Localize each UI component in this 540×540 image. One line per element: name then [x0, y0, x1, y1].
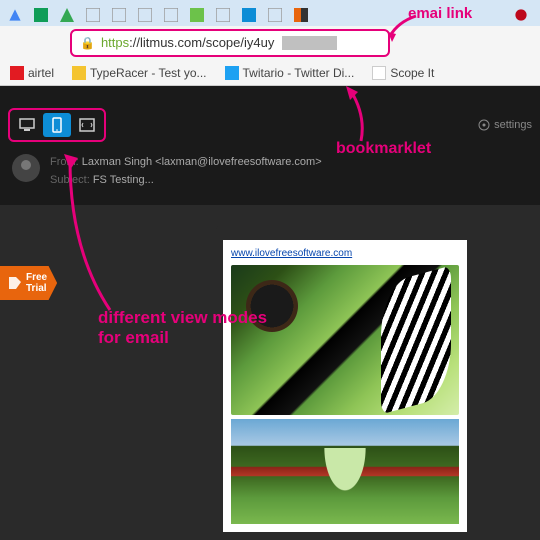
bookmark-twitario[interactable]: Twitario - Twitter Di... — [225, 66, 355, 80]
url-box[interactable]: 🔒 https://litmus.com/scope/iy4uy — [70, 29, 390, 57]
view-mode-group — [8, 108, 106, 142]
preview-link[interactable]: www.ilovefreesoftware.com — [231, 248, 459, 259]
tab[interactable] — [108, 4, 130, 26]
tab[interactable] — [238, 4, 260, 26]
tab[interactable] — [212, 4, 234, 26]
email-image-2 — [231, 419, 459, 524]
tab[interactable] — [4, 4, 26, 26]
bookmarks-bar: airtel TypeRacer - Test yo... Twitario -… — [0, 60, 540, 86]
tab[interactable] — [264, 4, 286, 26]
avatar — [12, 154, 40, 182]
mobile-preview-frame: www.ilovefreesoftware.com — [215, 222, 475, 540]
app-toolbar: settings — [0, 104, 540, 146]
tab[interactable] — [30, 4, 52, 26]
arrow-to-viewmodes — [60, 150, 130, 320]
mobile-view-button[interactable] — [43, 113, 71, 137]
bookmark-airtel[interactable]: airtel — [10, 66, 54, 80]
bookmark-scopeit[interactable]: Scope It — [372, 66, 434, 80]
url-redacted — [282, 36, 337, 50]
arrow-to-url — [388, 12, 428, 47]
tab[interactable] — [290, 4, 312, 26]
lock-icon: 🔒 — [80, 36, 95, 50]
code-icon — [79, 118, 95, 132]
tag-icon — [8, 276, 22, 290]
url-text: https://litmus.com/scope/iy4uy — [101, 34, 274, 52]
settings-link[interactable]: settings — [478, 119, 532, 131]
tab[interactable] — [160, 4, 182, 26]
gear-icon — [478, 119, 490, 131]
desktop-icon — [19, 118, 35, 132]
tab[interactable] — [82, 4, 104, 26]
address-bar-row: 🔒 https://litmus.com/scope/iy4uy — [0, 26, 540, 60]
code-view-button[interactable] — [73, 113, 101, 137]
desktop-view-button[interactable] — [13, 113, 41, 137]
tab[interactable] — [56, 4, 78, 26]
free-trial-badge[interactable]: FreeTrial — [0, 266, 57, 300]
tab[interactable] — [134, 4, 156, 26]
tab[interactable] — [510, 4, 532, 26]
bookmark-typeracer[interactable]: TypeRacer - Test yo... — [72, 66, 207, 80]
arrow-to-bookmarklet — [336, 86, 386, 151]
mobile-icon — [52, 117, 62, 133]
app-header-spacer — [0, 86, 540, 104]
tab[interactable] — [186, 4, 208, 26]
